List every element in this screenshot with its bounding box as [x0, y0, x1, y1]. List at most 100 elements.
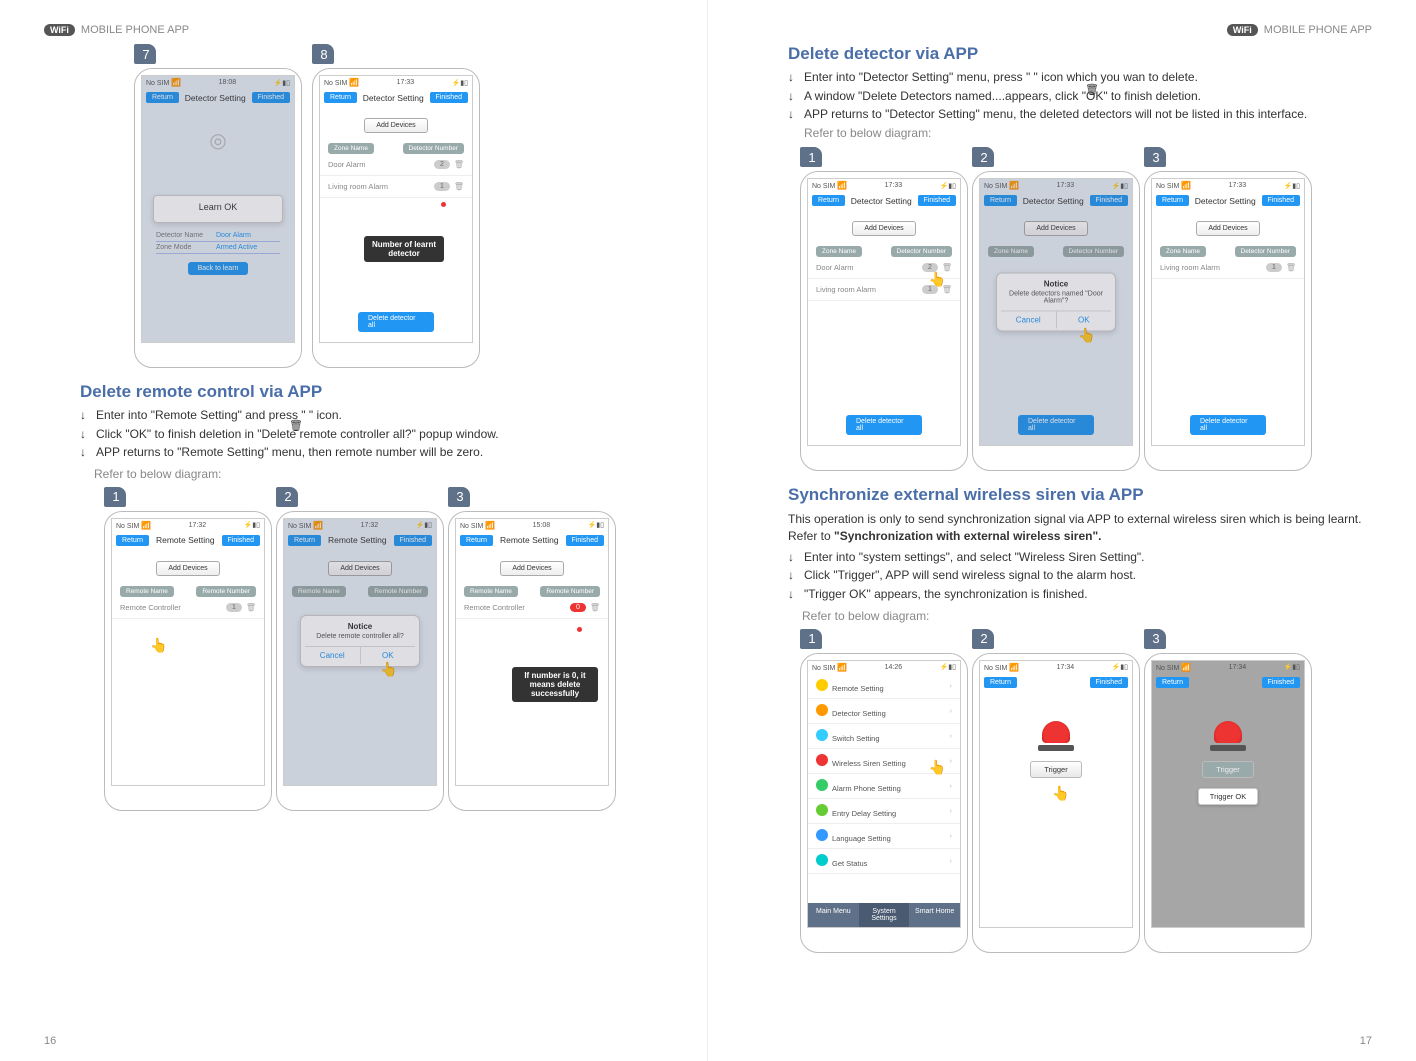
page-header-left: WiFi MOBILE PHONE APP: [44, 24, 663, 36]
menu-detector[interactable]: Detector Setting›: [808, 699, 960, 724]
bullets-delete-detector: Enter into "Detector Setting" menu, pres…: [788, 70, 1372, 141]
popup-cancel-button[interactable]: Cancel: [305, 647, 361, 664]
return-button[interactable]: Return: [1156, 195, 1189, 206]
loading-spinner-icon: ◎: [142, 128, 294, 153]
status-carrier: No SIM: [324, 78, 359, 87]
menu-phone[interactable]: Alarm Phone Setting›: [808, 774, 960, 799]
finished-button[interactable]: Finished: [1090, 195, 1128, 206]
finished-button[interactable]: Finished: [1262, 677, 1300, 688]
phone-detector-1: No SIM 17:33⚡▮▯ ReturnDetector SettingFi…: [800, 171, 968, 471]
finished-button[interactable]: Finished: [1262, 195, 1300, 206]
step-badge: 2: [276, 487, 298, 507]
finished-button[interactable]: Finished: [394, 535, 432, 546]
tab-system[interactable]: System Settings: [859, 903, 910, 927]
menu-delay[interactable]: Entry Delay Setting›: [808, 799, 960, 824]
remote-row[interactable]: Remote Controller0🗑: [456, 597, 608, 619]
page-number: 17: [1360, 1035, 1372, 1047]
add-devices-button[interactable]: Add Devices: [1196, 221, 1260, 236]
popup-ok-button[interactable]: OK: [1057, 311, 1112, 328]
chevron-right-icon: ›: [950, 681, 953, 690]
phone-7: No SIM 18:08 ⚡▮▯ Return Detector Setting…: [134, 68, 302, 368]
delete-all-button[interactable]: Delete detector all: [846, 415, 922, 435]
trigger-button[interactable]: Trigger: [1030, 761, 1082, 778]
detector-name-field[interactable]: Detector NameDoor Alarm: [156, 230, 280, 242]
return-button[interactable]: Return: [984, 195, 1017, 206]
add-devices-button[interactable]: Add Devices: [328, 561, 392, 576]
trash-icon[interactable]: 🗑: [942, 263, 952, 272]
remote-row[interactable]: Remote Controller1🗑: [112, 597, 264, 619]
delete-confirm-popup: Notice Delete remote controller all? Can…: [300, 615, 420, 667]
trash-icon[interactable]: 🗑: [942, 285, 952, 294]
add-devices-button[interactable]: Add Devices: [364, 118, 428, 133]
return-button[interactable]: Return: [812, 195, 845, 206]
back-to-learn-button[interactable]: Back to learn: [188, 262, 249, 275]
return-button[interactable]: Return: [460, 535, 493, 546]
status-time: 18:08: [219, 79, 237, 86]
bottom-tabs[interactable]: Main Menu System Settings Smart Home: [808, 903, 960, 927]
detector-row[interactable]: Living room Alarm1🗑: [808, 279, 960, 301]
menu-remote[interactable]: Remote Setting›: [808, 674, 960, 699]
zone-mode-field[interactable]: Zone ModeArmed Active: [156, 242, 280, 254]
refer-note: Refer to below diagram:: [94, 467, 663, 481]
inline-trash-icon: 🗑: [289, 419, 303, 432]
learn-ok-popup: Learn OK: [153, 195, 283, 223]
add-devices-button[interactable]: Add Devices: [500, 561, 564, 576]
trigger-button[interactable]: Trigger: [1202, 761, 1254, 778]
page-header-right: WiFi MOBILE PHONE APP: [752, 24, 1372, 36]
finished-button[interactable]: Finished: [252, 92, 290, 103]
popup-cancel-button[interactable]: Cancel: [1001, 311, 1057, 328]
sync-intro: This operation is only to send synchroni…: [788, 511, 1372, 543]
return-button[interactable]: Return: [146, 92, 179, 103]
trash-icon[interactable]: 🗑: [454, 160, 464, 169]
step-badge-7: 7: [134, 44, 156, 64]
phone-detector-2: No SIM 17:33⚡▮▯ ReturnDetector SettingFi…: [972, 171, 1140, 471]
finished-button[interactable]: Finished: [222, 535, 260, 546]
status-carrier: No SIM: [146, 78, 181, 87]
add-devices-button[interactable]: Add Devices: [852, 221, 916, 236]
trigger-ok-popup: Trigger OK: [1198, 788, 1258, 805]
refer-note: Refer to below diagram:: [802, 609, 1372, 623]
menu-switch[interactable]: Switch Setting›: [808, 724, 960, 749]
page-number: 16: [44, 1035, 56, 1047]
section-title: MOBILE PHONE APP: [1264, 24, 1372, 36]
finished-button[interactable]: Finished: [430, 92, 468, 103]
return-button[interactable]: Return: [116, 535, 149, 546]
tab-smart[interactable]: Smart Home: [909, 903, 960, 927]
nav-title: Detector Setting: [363, 93, 424, 103]
finished-button[interactable]: Finished: [566, 535, 604, 546]
menu-status[interactable]: Get Status›: [808, 849, 960, 874]
detector-row[interactable]: Door Alarm2🗑: [808, 257, 960, 279]
menu-lang[interactable]: Language Setting›: [808, 824, 960, 849]
phone-remote-2: No SIM 17:32⚡▮▯ ReturnRemote SettingFini…: [276, 511, 444, 811]
siren-icon: [1214, 721, 1242, 743]
callout-learnt-count: Number of learnt detector: [364, 236, 444, 262]
return-button[interactable]: Return: [984, 677, 1017, 688]
status-time: 17:33: [397, 79, 415, 86]
finished-button[interactable]: Finished: [918, 195, 956, 206]
return-button[interactable]: Return: [324, 92, 357, 103]
delete-all-button[interactable]: Delete detector all: [1018, 415, 1094, 435]
trash-icon[interactable]: 🗑: [246, 603, 256, 612]
return-button[interactable]: Return: [288, 535, 321, 546]
trash-icon[interactable]: 🗑: [590, 603, 600, 612]
detector-row-living[interactable]: Living room Alarm 1🗑: [320, 176, 472, 198]
heading-delete-detector: Delete detector via APP: [788, 44, 1372, 64]
add-devices-button[interactable]: Add Devices: [156, 561, 220, 576]
tab-main[interactable]: Main Menu: [808, 903, 859, 927]
trash-icon[interactable]: 🗑: [1286, 263, 1296, 272]
cursor-icon: 👆: [150, 637, 167, 654]
step-badge-8: 8: [312, 44, 334, 64]
delete-all-button[interactable]: Delete detector all: [1190, 415, 1266, 435]
phone-sync-3: No SIM 17:34⚡▮▯ ReturnFinished Trigger T…: [1144, 653, 1312, 953]
inline-trash-icon: 🗑: [1085, 83, 1099, 96]
popup-ok-button[interactable]: OK: [361, 647, 416, 664]
detector-row-door[interactable]: Door Alarm 2🗑: [320, 154, 472, 176]
delete-all-button[interactable]: Delete detector all: [358, 312, 434, 332]
trash-icon[interactable]: 🗑: [454, 182, 464, 191]
detector-row[interactable]: Living room Alarm1🗑: [1152, 257, 1304, 279]
add-devices-button[interactable]: Add Devices: [1024, 221, 1088, 236]
menu-siren[interactable]: Wireless Siren Setting›: [808, 749, 960, 774]
step-badge: 1: [104, 487, 126, 507]
finished-button[interactable]: Finished: [1090, 677, 1128, 688]
return-button[interactable]: Return: [1156, 677, 1189, 688]
